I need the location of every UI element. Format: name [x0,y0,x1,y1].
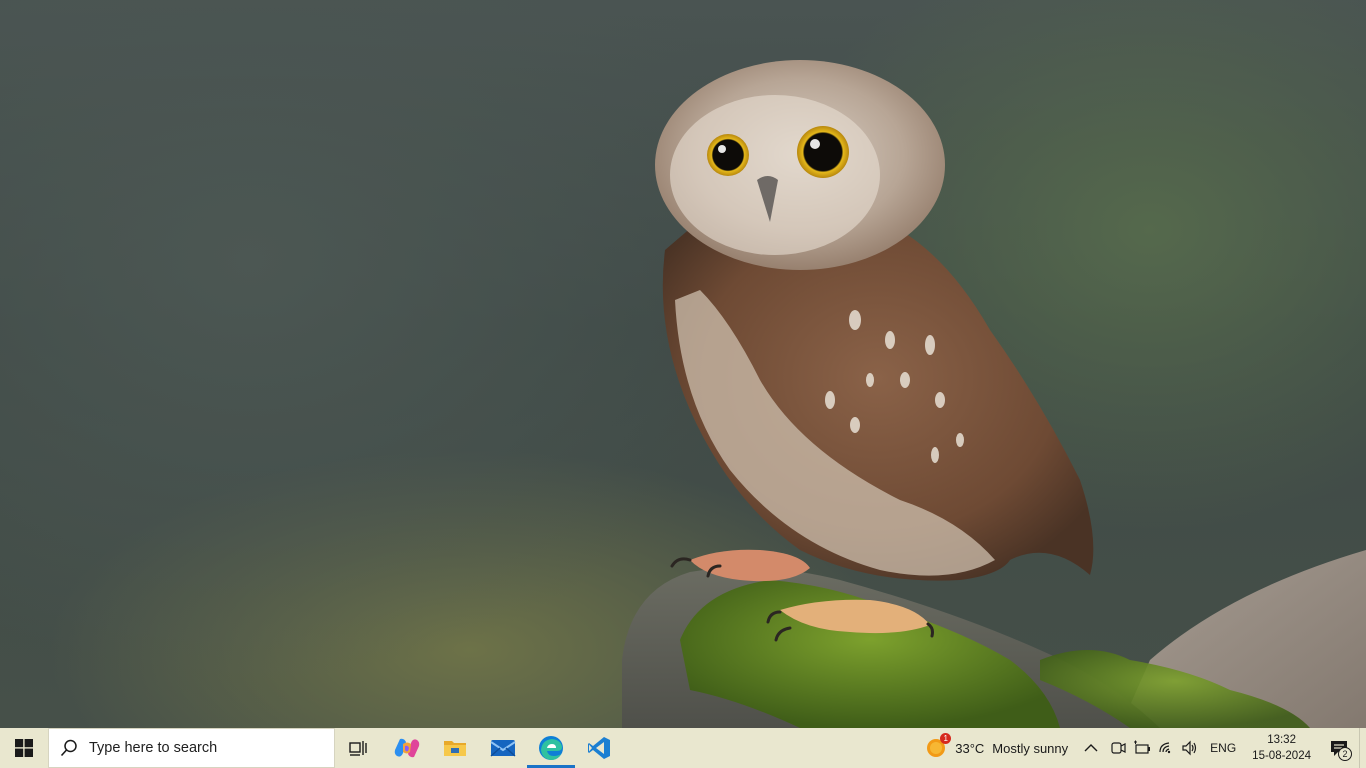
task-view-icon [349,741,367,756]
clock-date: 15-08-2024 [1252,750,1311,762]
clock-time: 13:32 [1267,734,1296,746]
search-icon [59,738,79,758]
wifi-icon [1159,742,1171,754]
show-desktop-button[interactable] [1359,728,1366,768]
network-tray-button[interactable] [1154,728,1178,768]
weather-condition: Mostly sunny [992,740,1069,756]
show-hidden-icons-button[interactable] [1076,728,1106,768]
task-view-button[interactable] [335,728,383,768]
camera-icon [1111,742,1126,754]
weather-badge: 1 [940,733,952,744]
edge-button[interactable] [527,728,575,768]
battery-tray-button[interactable] [1130,728,1154,768]
windows-logo-icon [15,739,33,757]
meet-now-tray-button[interactable] [1106,728,1130,768]
weather-temperature: 33°C [955,740,985,756]
weather-widget[interactable]: 1 33°C Mostly sunny [921,728,1076,768]
search-placeholder: Type here to search [89,740,218,756]
clock-button[interactable]: 13:32 15-08-2024 [1244,728,1319,768]
input-language-button[interactable]: ENG [1202,728,1244,768]
mail-icon [490,740,516,757]
file-explorer-button[interactable] [431,728,479,768]
vscode-button[interactable] [575,728,623,768]
search-box[interactable]: Type here to search [48,728,335,768]
volume-tray-button[interactable] [1178,728,1202,768]
start-button[interactable] [0,728,48,768]
battery-charging-icon [1134,740,1151,754]
notification-count-badge: 2 [1338,747,1352,761]
owl-wallpaper-image [622,60,1366,728]
copilot-button[interactable] [383,728,431,768]
chevron-up-icon [1084,744,1098,752]
folder-icon [444,741,466,756]
weather-sun-icon: 1 [925,733,952,759]
edge-icon [539,736,563,760]
vscode-icon [588,737,610,759]
pinned-apps [335,728,623,768]
taskbar: Type here to search 1 33°C Mostly sunny … [0,728,1366,768]
speaker-icon [1182,740,1197,756]
desktop-wallpaper [0,0,1366,728]
notification-center-button[interactable]: 2 [1319,728,1359,768]
system-tray: 1 33°C Mostly sunny ENG 13:32 15-08-2024… [921,728,1366,768]
copilot-icon [394,738,420,758]
mail-button[interactable] [479,728,527,768]
